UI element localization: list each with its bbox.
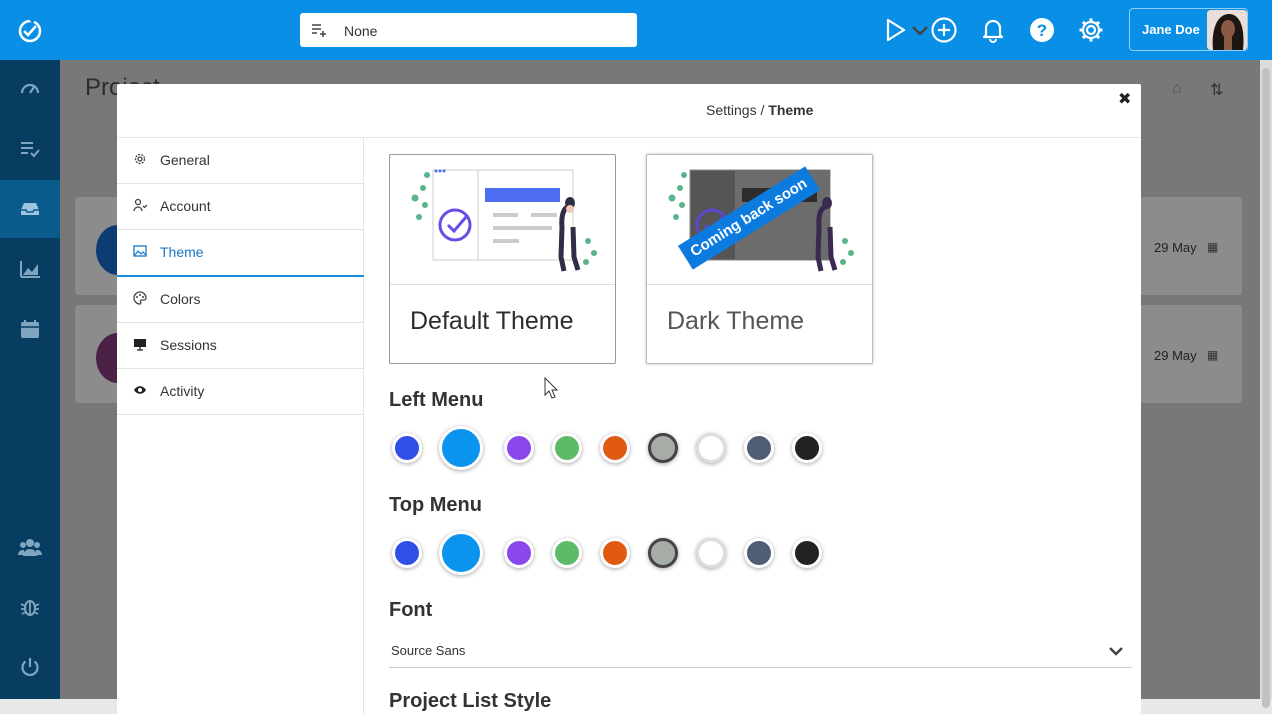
close-icon[interactable]: ✖: [1118, 89, 1132, 108]
default-theme-name: Default Theme: [410, 307, 574, 335]
project-list-style-title: Project List Style: [389, 690, 552, 712]
due-date: 29 May: [1154, 348, 1197, 363]
default-theme-illustration: [390, 155, 615, 285]
color-swatch[interactable]: [504, 538, 534, 568]
breadcrumb-current: Theme: [768, 102, 814, 118]
color-swatch[interactable]: [600, 433, 630, 463]
settings-nav-label: Account: [160, 198, 211, 214]
sidebar-item-dashboard[interactable]: [0, 60, 60, 118]
task-list-icon: [21, 142, 40, 158]
svg-text:?: ?: [1037, 21, 1047, 40]
calendar-icon: ▦: [1207, 240, 1219, 254]
gear-icon[interactable]: [1076, 15, 1106, 45]
settings-nav-label: Activity: [160, 383, 205, 399]
sidebar-item-bugs[interactable]: [0, 578, 60, 636]
inbox-icon: [21, 203, 39, 215]
sidebar-item-tasks[interactable]: [0, 120, 60, 178]
calendar-icon: [21, 320, 39, 338]
plus-circle-icon[interactable]: [929, 15, 959, 45]
left-menu-swatches: [389, 422, 849, 472]
account-icon: [133, 198, 147, 212]
gear-icon: [134, 153, 146, 165]
chevron-down-icon: [912, 26, 928, 36]
project-select[interactable]: None: [300, 13, 928, 47]
settings-nav-theme[interactable]: Theme: [117, 230, 364, 277]
user-menu-button[interactable]: Jane Doe: [1129, 8, 1248, 51]
settings-modal: Settings / Theme ✖ General Account Theme…: [117, 84, 1141, 714]
color-swatch[interactable]: [648, 538, 678, 568]
color-swatch[interactable]: [504, 433, 534, 463]
color-swatch[interactable]: [744, 538, 774, 568]
image-icon: [133, 245, 147, 257]
default-theme-card[interactable]: Default Theme: [389, 154, 616, 364]
settings-nav-label: Theme: [160, 244, 204, 260]
monitor-icon: [134, 339, 146, 351]
reports-chart-icon: [20, 261, 40, 278]
top-menu-title: Top Menu: [389, 494, 482, 516]
bug-icon: [20, 600, 40, 616]
sort-icon: ⇅: [1210, 82, 1224, 99]
settings-nav-general[interactable]: General: [117, 138, 364, 184]
settings-nav-label: General: [160, 152, 210, 168]
top-bar: None ? Jane Doe: [0, 0, 1272, 60]
power-icon: [21, 658, 39, 677]
modal-header: Settings / Theme ✖: [117, 84, 1141, 138]
settings-nav-label: Colors: [160, 291, 201, 307]
scrollbar-thumb[interactable]: [1262, 68, 1270, 708]
theme-settings-content: Default Theme Coming back soon Dark Them…: [364, 138, 1141, 714]
font-title: Font: [389, 599, 433, 621]
color-swatch[interactable]: [439, 426, 483, 470]
color-swatch[interactable]: [439, 531, 483, 575]
settings-nav: General Account Theme Colors Sessions Ac…: [117, 138, 364, 714]
sidebar-item-team[interactable]: [0, 518, 60, 576]
dark-theme-card: Coming back soon Dark Theme: [646, 154, 873, 364]
breadcrumb: Settings / Theme: [706, 102, 813, 118]
settings-nav-sessions[interactable]: Sessions: [117, 323, 364, 369]
chevron-down-icon: [1109, 647, 1123, 656]
due-date: 29 May: [1154, 240, 1197, 255]
left-sidebar: [0, 60, 60, 699]
color-swatch[interactable]: [392, 433, 422, 463]
left-menu-title: Left Menu: [389, 389, 484, 411]
avatar: [1207, 10, 1247, 50]
breadcrumb-parent: Settings /: [706, 102, 769, 118]
play-icon[interactable]: [880, 15, 910, 45]
color-swatch[interactable]: [792, 538, 822, 568]
settings-nav-account[interactable]: Account: [117, 184, 364, 230]
user-name: Jane Doe: [1142, 22, 1200, 37]
dashboard-icon: [20, 83, 40, 94]
settings-nav-activity[interactable]: Activity: [117, 369, 364, 415]
color-swatch[interactable]: [552, 538, 582, 568]
settings-nav-label: Sessions: [160, 337, 217, 353]
help-icon[interactable]: ?: [1027, 15, 1057, 45]
app-logo-icon[interactable]: [16, 16, 44, 44]
sidebar-item-calendar[interactable]: [0, 300, 60, 358]
calendar-icon: ▦: [1207, 348, 1219, 362]
font-select[interactable]: Source Sans: [389, 634, 1132, 668]
color-swatch[interactable]: [696, 433, 726, 463]
sidebar-item-inbox[interactable]: [0, 180, 60, 238]
color-swatch[interactable]: [744, 433, 774, 463]
tag-icon: ⌂: [1172, 80, 1182, 97]
team-icon: [18, 539, 42, 556]
color-swatch[interactable]: [792, 433, 822, 463]
mouse-cursor-icon: [544, 377, 558, 399]
color-swatch[interactable]: [696, 538, 726, 568]
palette-icon: [133, 291, 147, 305]
add-to-list-icon: [312, 24, 326, 37]
settings-nav-colors[interactable]: Colors: [117, 277, 364, 323]
color-swatch[interactable]: [552, 433, 582, 463]
sidebar-item-reports[interactable]: [0, 240, 60, 298]
color-swatch[interactable]: [600, 538, 630, 568]
bell-icon[interactable]: [978, 15, 1008, 45]
project-select-value: None: [344, 23, 378, 39]
sidebar-item-logout[interactable]: [0, 638, 60, 696]
color-swatch[interactable]: [648, 433, 678, 463]
top-menu-swatches: [389, 527, 849, 577]
eye-icon: [134, 386, 146, 394]
font-select-value: Source Sans: [391, 643, 466, 658]
color-swatch[interactable]: [392, 538, 422, 568]
dark-theme-name: Dark Theme: [667, 307, 805, 335]
page-scrollbar[interactable]: [1260, 60, 1272, 708]
